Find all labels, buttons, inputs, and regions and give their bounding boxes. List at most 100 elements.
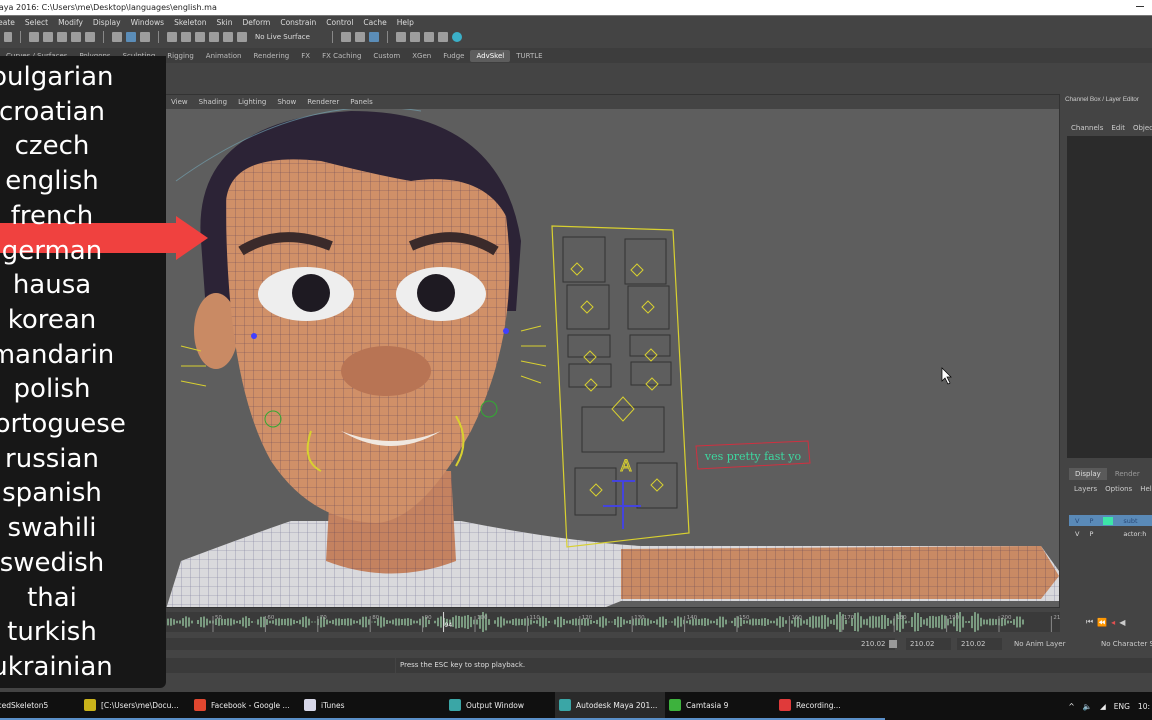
- render-view-icon[interactable]: [395, 32, 406, 42]
- shelf-tab-animation[interactable]: Animation: [200, 50, 248, 62]
- select-hierarchy-icon[interactable]: [112, 32, 122, 42]
- range-slider-bar[interactable]: [165, 638, 895, 650]
- anim-layer-dropdown[interactable]: No Anim Layer: [1010, 638, 1069, 650]
- render-frame-icon[interactable]: [409, 32, 420, 42]
- taskbar-item[interactable]: AdvancedSkeleton5: [0, 692, 80, 720]
- render-settings-icon[interactable]: [437, 32, 448, 42]
- viewport-menu-show[interactable]: Show: [277, 98, 296, 106]
- command-line-input[interactable]: [165, 658, 395, 673]
- playback-toggle[interactable]: P: [1089, 517, 1093, 525]
- layer-row[interactable]: V P actor:h: [1069, 528, 1152, 539]
- visibility-toggle[interactable]: V: [1075, 530, 1079, 538]
- select-object-icon[interactable]: [126, 32, 136, 42]
- menu-options[interactable]: Options: [1105, 485, 1132, 493]
- range-handle-icon[interactable]: [889, 640, 897, 648]
- shelf-tab-advskel[interactable]: AdvSkel: [470, 49, 511, 62]
- step-back-frame-icon[interactable]: ◂: [1111, 618, 1115, 627]
- playback-toggle[interactable]: P: [1089, 530, 1093, 538]
- character-set-dropdown[interactable]: No Character Set: [1097, 638, 1152, 650]
- layer-color-swatch[interactable]: [1103, 516, 1114, 525]
- construction-history-icon[interactable]: [368, 32, 379, 42]
- wifi-icon[interactable]: ◢: [1100, 702, 1106, 711]
- snap-point-icon[interactable]: [195, 32, 205, 42]
- menu-help[interactable]: Help: [1140, 485, 1152, 493]
- taskbar-item[interactable]: Facebook - Google ...: [190, 692, 300, 720]
- taskbar-item[interactable]: [C:\Users\me\Docu...: [80, 692, 190, 720]
- snap-curve-icon[interactable]: [181, 32, 191, 42]
- input-ops-icon[interactable]: [340, 32, 351, 42]
- clock[interactable]: 10:: [1138, 702, 1150, 711]
- save-scene-icon[interactable]: [57, 32, 67, 42]
- 3d-scene[interactable]: A ves pretty fast yo: [166, 109, 1060, 608]
- shelf-tab-fx-caching[interactable]: FX Caching: [316, 50, 367, 62]
- range-end-handle[interactable]: 210.02: [857, 638, 890, 650]
- taskbar-item[interactable]: iTunes: [300, 692, 445, 720]
- character-model[interactable]: [166, 109, 1059, 608]
- menu-modify[interactable]: Modify: [58, 18, 83, 27]
- menu-create[interactable]: Create: [0, 18, 15, 27]
- end-time-field[interactable]: 210.02: [906, 638, 951, 650]
- input-language[interactable]: ENG: [1114, 702, 1130, 711]
- menu-display[interactable]: Display: [93, 18, 121, 27]
- menu-deform[interactable]: Deform: [242, 18, 270, 27]
- volume-icon[interactable]: 🔈: [1083, 702, 1092, 711]
- shelf-tab-turtle[interactable]: TURTLE: [510, 50, 548, 62]
- viewport-menu-lighting[interactable]: Lighting: [238, 98, 266, 106]
- tab-render[interactable]: Render: [1109, 468, 1146, 480]
- menu-edit[interactable]: Edit: [1111, 124, 1125, 132]
- shelf-tab-xgen[interactable]: XGen: [406, 50, 437, 62]
- snap-grid-icon[interactable]: [167, 32, 177, 42]
- shelf-tab-fudge[interactable]: Fudge: [437, 50, 470, 62]
- menu-channels[interactable]: Channels: [1071, 124, 1103, 132]
- viewport-panel[interactable]: View Shading Lighting Show Renderer Pane…: [165, 94, 1060, 608]
- output-ops-icon[interactable]: [354, 32, 365, 42]
- visibility-toggle[interactable]: V: [1075, 517, 1079, 525]
- show-hidden-icons-icon[interactable]: ^: [1068, 702, 1074, 711]
- shelf-tab-rendering[interactable]: Rendering: [247, 50, 295, 62]
- viewport-menu-view[interactable]: View: [171, 98, 188, 106]
- menu-skeleton[interactable]: Skeleton: [174, 18, 206, 27]
- open-scene-icon[interactable]: [43, 32, 53, 42]
- menu-windows[interactable]: Windows: [131, 18, 164, 27]
- select-component-icon[interactable]: [140, 32, 150, 42]
- menu-help[interactable]: Help: [397, 18, 414, 27]
- snap-live-icon[interactable]: [237, 32, 247, 42]
- layer-row[interactable]: V P subt: [1069, 515, 1152, 526]
- taskbar-item[interactable]: Autodesk Maya 201...: [555, 692, 665, 720]
- hypershade-icon[interactable]: [451, 32, 462, 42]
- snap-surface-icon[interactable]: [223, 32, 233, 42]
- facial-picker-panel[interactable]: A: [551, 225, 690, 548]
- menu-layers[interactable]: Layers: [1074, 485, 1097, 493]
- taskbar-item[interactable]: Recording...: [775, 692, 885, 720]
- undo-icon[interactable]: [71, 32, 81, 42]
- time-slider[interactable]: 50 60 70 80 90 100 110 120 130 140 150 160 170 180 190…: [165, 612, 1060, 632]
- menu-object[interactable]: Object: [1133, 124, 1152, 132]
- menu-skin[interactable]: Skin: [217, 18, 233, 27]
- shelf-tab-fx[interactable]: FX: [295, 50, 316, 62]
- menu-control[interactable]: Control: [326, 18, 353, 27]
- viewport-menu-panels[interactable]: Panels: [350, 98, 373, 106]
- menu-cache[interactable]: Cache: [363, 18, 386, 27]
- viewport-menu-shading[interactable]: Shading: [199, 98, 227, 106]
- taskbar-item[interactable]: Camtasia 9: [665, 692, 775, 720]
- play-backwards-icon[interactable]: ◀: [1119, 618, 1125, 627]
- ipr-render-icon[interactable]: [423, 32, 434, 42]
- shelf-tab-custom[interactable]: Custom: [367, 50, 406, 62]
- menu-constrain[interactable]: Constrain: [280, 18, 316, 27]
- go-to-start-icon[interactable]: ⏮: [1086, 617, 1093, 627]
- snap-plane-icon[interactable]: [209, 32, 219, 42]
- shelf-tab[interactable]: Rigging: [161, 50, 200, 62]
- tab-display[interactable]: Display: [1069, 468, 1107, 480]
- menu-set-dropdown[interactable]: [4, 32, 12, 42]
- redo-icon[interactable]: [85, 32, 95, 42]
- step-back-key-icon[interactable]: ⏪: [1097, 618, 1107, 627]
- minimize-button[interactable]: [1136, 6, 1144, 7]
- playback-end-field[interactable]: 210.02: [957, 638, 1002, 650]
- timeline-tick-label: 90: [425, 615, 432, 621]
- viewport-menu-renderer[interactable]: Renderer: [307, 98, 339, 106]
- live-surface-field[interactable]: No Live Surface: [255, 33, 310, 41]
- menu-select[interactable]: Select: [25, 18, 48, 27]
- channel-box-area[interactable]: [1067, 136, 1152, 458]
- taskbar-item[interactable]: Output Window: [445, 692, 555, 720]
- new-scene-icon[interactable]: [29, 32, 39, 42]
